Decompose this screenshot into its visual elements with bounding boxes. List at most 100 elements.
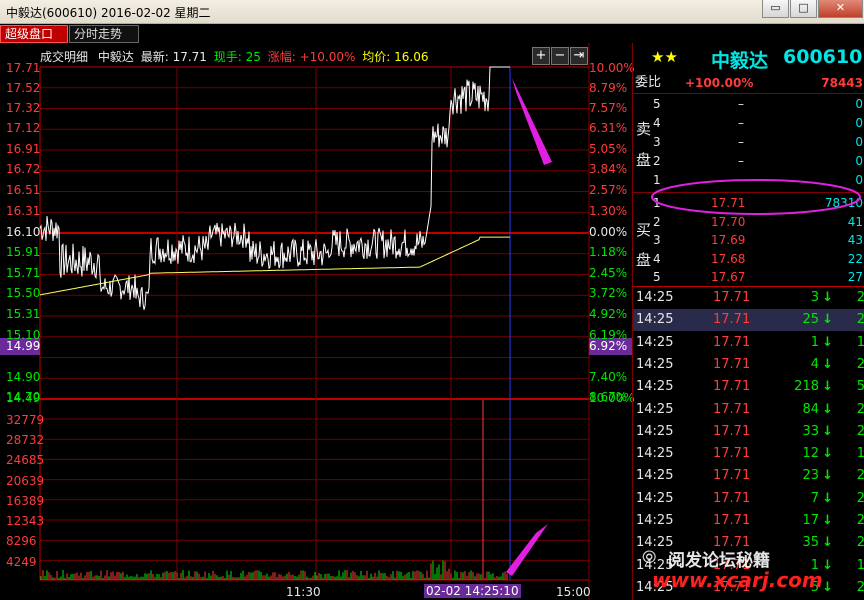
sell-order-row[interactable]: 2 – 0 [633, 152, 864, 170]
trade-time: 14:25 [636, 356, 674, 372]
sell-order-row[interactable]: 1 – 0 [633, 171, 864, 189]
trade-row[interactable]: 14:25 17.71 218 ↓ 5 [633, 376, 864, 398]
volume-tick-label: 20639 [6, 474, 45, 488]
percent-tick-label: 5.05% [589, 142, 628, 156]
price-tick-label: 15.50 [6, 286, 41, 300]
trade-volume: 33 [802, 423, 819, 439]
trade-row[interactable]: 14:25 17.71 84 ↓ 2 [633, 399, 864, 421]
percent-tick-label: 6.92% [589, 339, 628, 353]
trade-row[interactable]: 14:25 17.71 33 ↓ 2 [633, 421, 864, 443]
volume-tick-label: 12343 [6, 514, 45, 528]
trade-time: 14:25 [636, 334, 674, 350]
percent-tick-label: 3.84% [589, 162, 628, 176]
percent-tick-label: 2.57% [589, 183, 628, 197]
trade-time: 14:25 [636, 446, 674, 462]
order-level: 4 [653, 116, 661, 130]
down-arrow-icon: ↓ [822, 290, 833, 305]
trade-volume: 1 [810, 334, 819, 350]
trade-volume: 12 [802, 446, 819, 462]
order-volume: 78310 [824, 196, 863, 210]
percent-tick-label: 7.57% [589, 101, 628, 115]
trade-price: 17.71 [713, 334, 751, 350]
order-ratio-row: 委比 +100.00% 78443 [633, 74, 864, 92]
trade-row[interactable]: 14:25 17.71 17 ↓ 2 [633, 510, 864, 532]
percent-tick-label: 4.92% [589, 307, 628, 321]
price-tick-label: 16.72 [6, 162, 41, 176]
order-price: – [738, 97, 744, 111]
trade-row[interactable]: 14:25 17.71 1 ↓ 1 [633, 555, 864, 577]
volume-tick-label: 8296 [6, 534, 37, 548]
trade-count: 2 [856, 423, 864, 439]
order-level: 5 [653, 270, 661, 284]
volume-tick-label: 28732 [6, 433, 45, 447]
down-arrow-icon: ↓ [822, 557, 833, 573]
price-tick-label: 15.31 [6, 307, 41, 321]
trade-row[interactable]: 14:25 17.71 7 ↓ 2 [633, 488, 864, 510]
trade-row[interactable]: 14:25 17.71 12 ↓ 1 [633, 443, 864, 465]
percent-tick-label: 1.18% [589, 245, 628, 259]
trade-row[interactable]: 14:25 17.71 3 ↓ 2 [633, 287, 864, 309]
star-icon: ★★ [651, 48, 678, 66]
sell-order-row[interactable]: 5 – 0 [633, 95, 864, 113]
order-price: 17.67 [711, 270, 746, 284]
sell-order-row[interactable]: 3 – 0 [633, 133, 864, 151]
percent-tick-label: 2.45% [589, 266, 628, 280]
down-arrow-icon: ↓ [822, 379, 833, 395]
price-tick-label: 16.31 [6, 204, 41, 218]
down-arrow-icon: ↓ [822, 312, 833, 328]
trade-count: 1 [856, 557, 864, 573]
price-tick-label: 14.90 [6, 370, 41, 384]
trade-count: 2 [856, 290, 864, 305]
trade-price: 17.71 [713, 579, 751, 595]
order-level: 5 [653, 97, 661, 111]
order-volume: 0 [855, 154, 863, 168]
volume-tick-label: 32779 [6, 413, 45, 427]
order-level: 3 [653, 135, 661, 149]
order-price: – [738, 135, 744, 149]
down-arrow-icon: ↓ [822, 446, 833, 462]
buy-order-row[interactable]: 1 17.71 78310 [633, 194, 864, 212]
trade-row[interactable]: 14:25 17.71 1 ↓ 1 [633, 332, 864, 354]
stock-header: ★★ 中毅达 600610 [633, 43, 864, 72]
buy-order-row[interactable]: 3 17.69 43 [633, 231, 864, 249]
sell-order-row[interactable]: 4 – 0 [633, 114, 864, 132]
trade-count: 2 [856, 468, 864, 484]
trade-count: 1 [856, 334, 864, 350]
intraday-chart[interactable] [0, 0, 632, 600]
stock-name: 中毅达 [711, 50, 769, 72]
trade-time: 14:25 [636, 379, 674, 395]
time-label-1500: 15:00 [556, 585, 591, 599]
close-button[interactable]: ✕ [818, 0, 863, 18]
trade-volume: 218 [794, 379, 819, 395]
buy-order-row[interactable]: 2 17.70 41 [633, 213, 864, 231]
trade-count: 1 [856, 446, 864, 462]
trade-row[interactable]: 14:25 17.71 35 ↓ 2 [633, 532, 864, 554]
percent-tick-label: 10.00% [589, 391, 635, 405]
order-level: 1 [653, 196, 661, 210]
buy-order-row[interactable]: 5 17.67 27 [633, 268, 864, 286]
percent-tick-label: 0.00% [589, 225, 628, 239]
order-volume: 0 [855, 116, 863, 130]
buy-order-row[interactable]: 4 17.68 22 [633, 250, 864, 268]
percent-tick-label: 10.00% [589, 61, 635, 75]
trade-row[interactable]: 14:25 17.71 5 ↓ 2 [633, 577, 864, 599]
down-arrow-icon: ↓ [822, 579, 833, 595]
maximize-button[interactable]: □ [790, 0, 817, 18]
order-level: 3 [653, 233, 661, 247]
trade-price: 17.71 [713, 468, 751, 484]
order-price: – [738, 173, 744, 187]
trade-price: 17.71 [713, 401, 751, 417]
trade-price: 17.71 [713, 423, 751, 439]
trade-price: 17.71 [713, 379, 751, 395]
trade-row[interactable]: 14:25 17.71 23 ↓ 2 [633, 465, 864, 487]
trade-time: 14:25 [636, 490, 674, 506]
trade-time: 14:25 [636, 468, 674, 484]
trade-count: 2 [856, 535, 864, 551]
order-ratio-value: +100.00% [685, 76, 754, 90]
trade-price: 17.71 [713, 535, 751, 551]
trade-row[interactable]: 14:25 17.71 4 ↓ 2 [633, 354, 864, 376]
trade-row[interactable]: 14:25 17.71 25 ↓ 2 [633, 309, 864, 332]
cursor-time-label: 02-02 14:25:10 [424, 584, 521, 598]
order-ratio-label: 委比 [635, 75, 662, 90]
minimize-button[interactable]: ▭ [762, 0, 789, 18]
